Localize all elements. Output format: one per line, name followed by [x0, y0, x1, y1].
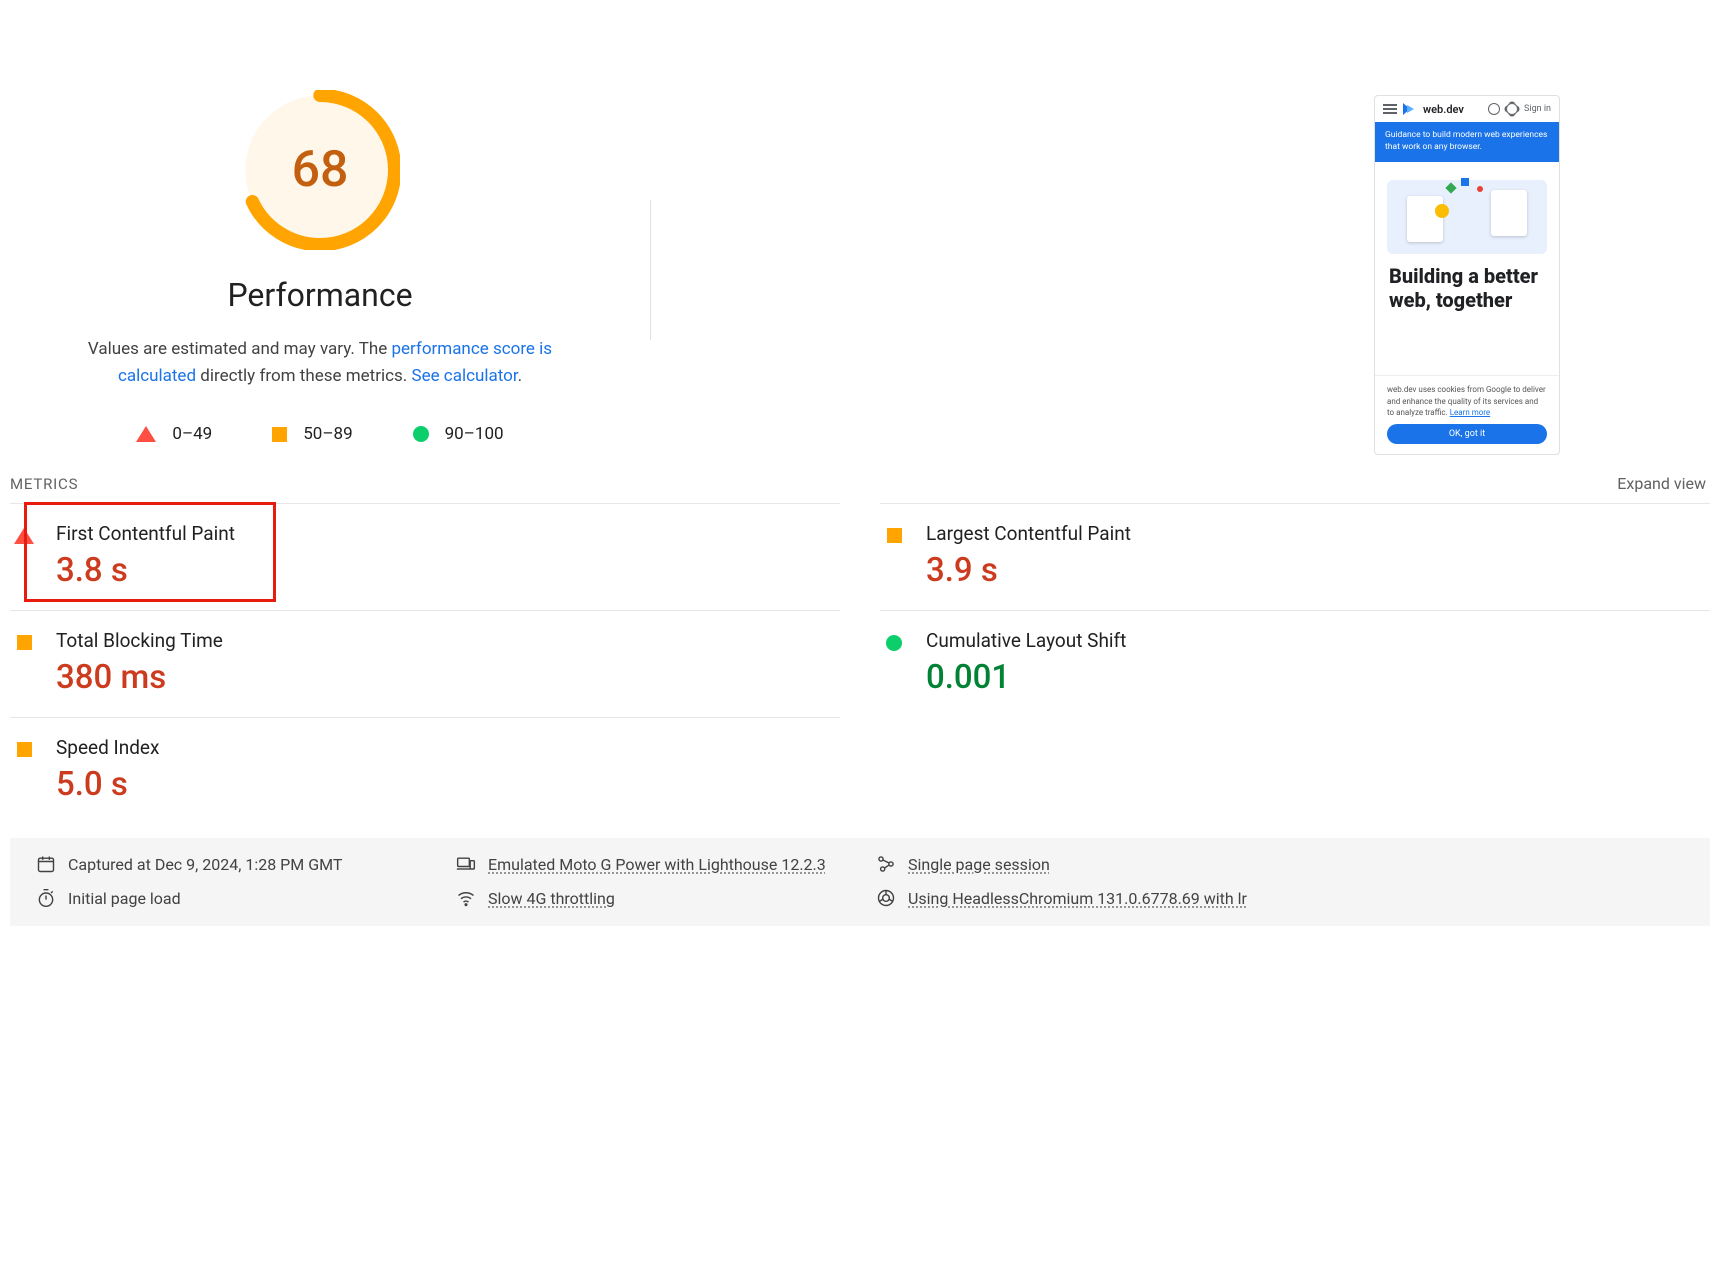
cookie-learn-more: Learn more — [1450, 408, 1490, 417]
preview-header: web.dev Sign in — [1375, 96, 1559, 122]
browser-text: Using HeadlessChromium 131.0.6778.69 wit… — [908, 889, 1247, 908]
metric-fcp[interactable]: First Contentful Paint 3.8 s — [10, 503, 840, 610]
footer-throttling[interactable]: Slow 4G throttling — [456, 888, 876, 908]
preview-ok-button: OK, got it — [1387, 424, 1547, 444]
metric-name: Largest Contentful Paint — [926, 522, 1131, 545]
square-icon — [17, 635, 32, 650]
legend-fail: 0–49 — [136, 424, 212, 444]
metric-name: Cumulative Layout Shift — [926, 629, 1126, 652]
preview-illustration — [1387, 180, 1547, 254]
footer-captured: Captured at Dec 9, 2024, 1:28 PM GMT — [36, 854, 456, 874]
square-icon — [17, 742, 32, 757]
throttle-text: Slow 4G throttling — [488, 889, 615, 908]
footer-initial-load: Initial page load — [36, 888, 456, 908]
gauge-title: Performance — [227, 276, 412, 314]
legend-avg-label: 50–89 — [303, 424, 352, 444]
preview-cookie-notice: web.dev uses cookies from Google to deli… — [1375, 375, 1559, 424]
chrome-icon — [876, 888, 896, 908]
score-legend: 0–49 50–89 90–100 — [136, 424, 503, 444]
calendar-icon — [36, 854, 56, 874]
footer-session[interactable]: Single page session — [876, 854, 1684, 874]
vertical-divider — [650, 200, 651, 340]
metric-speed-index[interactable]: Speed Index 5.0 s — [10, 717, 840, 824]
metric-name: First Contentful Paint — [56, 522, 235, 545]
legend-pass: 90–100 — [413, 424, 504, 444]
runtime-settings: Captured at Dec 9, 2024, 1:28 PM GMT Emu… — [10, 838, 1710, 926]
preview-signin: Sign in — [1524, 104, 1551, 114]
emulated-text: Emulated Moto G Power with Lighthouse 12… — [488, 855, 826, 874]
metric-value: 5.0 s — [56, 765, 159, 804]
network-icon — [456, 888, 476, 908]
footer-browser[interactable]: Using HeadlessChromium 131.0.6778.69 wit… — [876, 888, 1684, 908]
footer-emulated[interactable]: Emulated Moto G Power with Lighthouse 12… — [456, 854, 876, 874]
desc-text: Values are estimated and may vary. The — [88, 339, 392, 359]
performance-summary: 68 Performance Values are estimated and … — [10, 0, 1710, 474]
score-gauge: 68 — [240, 90, 400, 250]
gauge-area: 68 Performance Values are estimated and … — [10, 90, 630, 444]
metric-lcp[interactable]: Largest Contentful Paint 3.9 s — [880, 503, 1710, 610]
metrics-header: METRICS Expand view — [10, 474, 1710, 503]
see-calculator-link[interactable]: See calculator — [411, 366, 517, 386]
triangle-icon — [14, 528, 34, 544]
square-icon — [887, 528, 902, 543]
circle-icon — [413, 426, 429, 442]
preview-banner: Guidance to build modern web experiences… — [1375, 122, 1559, 162]
metric-value: 0.001 — [926, 658, 1126, 697]
legend-average: 50–89 — [272, 424, 352, 444]
hamburger-icon — [1383, 102, 1397, 116]
preview-hero-text: Building a better web, together — [1375, 264, 1559, 312]
metric-name: Speed Index — [56, 736, 159, 759]
triangle-icon — [136, 426, 156, 442]
period: . — [518, 366, 522, 386]
preview-logo-text: web.dev — [1423, 103, 1464, 116]
expand-view-toggle[interactable]: Expand view — [1617, 474, 1706, 493]
captured-text: Captured at Dec 9, 2024, 1:28 PM GMT — [68, 855, 342, 874]
stopwatch-icon — [36, 888, 56, 908]
search-icon — [1488, 103, 1500, 115]
metric-value: 3.8 s — [56, 551, 235, 590]
metrics-grid: First Contentful Paint 3.8 s Largest Con… — [10, 503, 1710, 824]
score-value: 68 — [240, 90, 400, 250]
webdev-logo-icon — [1403, 102, 1417, 116]
metric-name: Total Blocking Time — [56, 629, 223, 652]
session-text: Single page session — [908, 855, 1050, 874]
nodes-icon — [876, 854, 896, 874]
page-screenshot-preview: web.dev Sign in Guidance to build modern… — [1374, 95, 1560, 455]
theme-icon — [1506, 103, 1518, 115]
legend-pass-label: 90–100 — [445, 424, 504, 444]
initial-text: Initial page load — [68, 889, 181, 908]
metric-tbt[interactable]: Total Blocking Time 380 ms — [10, 610, 840, 717]
circle-icon — [886, 635, 902, 651]
square-icon — [272, 427, 287, 442]
gauge-description: Values are estimated and may vary. The p… — [50, 336, 590, 390]
devices-icon — [456, 854, 476, 874]
desc-text-2: directly from these metrics. — [196, 366, 411, 386]
metrics-label: METRICS — [10, 475, 78, 493]
metric-value: 380 ms — [56, 658, 223, 697]
metric-value: 3.9 s — [926, 551, 1131, 590]
legend-fail-label: 0–49 — [172, 424, 212, 444]
metric-cls[interactable]: Cumulative Layout Shift 0.001 — [880, 610, 1710, 717]
